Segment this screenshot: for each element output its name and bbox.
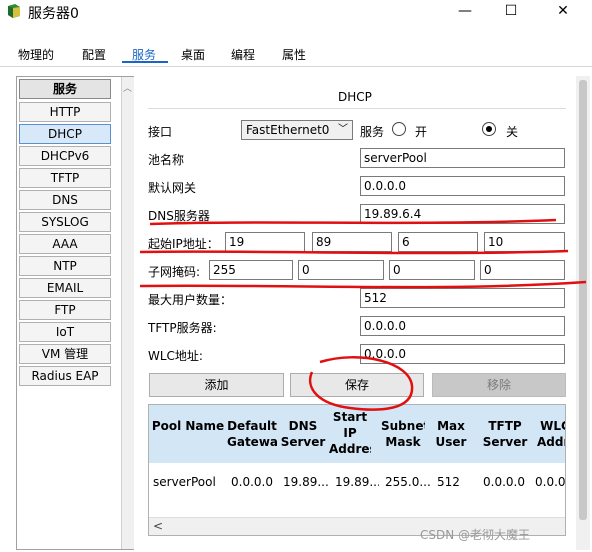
tab-strip: 物理的 配置 服务 桌面 编程 属性 [0, 40, 592, 66]
service-off-label: 关 [506, 125, 519, 139]
cell-dns-server: 19.89... [283, 475, 329, 489]
active-tab-indicator [122, 61, 168, 63]
service-item-ntp[interactable]: NTP [19, 256, 111, 276]
col-tftp-server: TFTP Server [482, 419, 528, 449]
start-ip-octet-4[interactable]: 10 [484, 232, 565, 252]
service-item-dhcp[interactable]: DHCP [19, 124, 111, 144]
tftp-server-label: TFTP服务器: [148, 321, 217, 335]
col-dns-server: DNS Server [280, 419, 326, 449]
service-item-dns[interactable]: DNS [19, 190, 111, 210]
cell-tftp-server: 0.0.0.0 [483, 475, 525, 489]
interface-value: FastEthernet0 [246, 123, 330, 137]
watermark: CSDN @老彻大魔王 [420, 528, 531, 542]
section-title: DHCP [338, 90, 372, 104]
service-item-vm[interactable]: VM 管理 [19, 344, 111, 364]
service-item-syslog[interactable]: SYSLOG [19, 212, 111, 232]
service-item-iot[interactable]: IoT [19, 322, 111, 342]
col-max-user: Max User [435, 419, 467, 449]
gateway-field[interactable]: 0.0.0.0 [360, 176, 565, 196]
wlc-address-label: WLC地址: [148, 349, 203, 363]
service-on-label: 开 [415, 125, 428, 139]
col-default-gateway: Default Gatewa [227, 419, 277, 449]
col-wlc-address: WLC Address [537, 419, 565, 449]
tab-config[interactable]: 配置 [82, 46, 106, 63]
gateway-label: 默认网关 [148, 181, 197, 195]
tab-physical[interactable]: 物理的 [18, 46, 54, 63]
service-list-header: 服务 [19, 79, 111, 99]
service-list-scrollbar[interactable]: ︿ [121, 77, 134, 549]
service-off-radio[interactable] [482, 122, 496, 136]
dns-server-field[interactable]: 19.89.6.4 [360, 204, 565, 224]
chevron-down-icon: ﹀ [338, 124, 348, 135]
service-item-http[interactable]: HTTP [19, 102, 111, 122]
scroll-left-icon[interactable]: < [153, 519, 163, 533]
max-users-label: 最大用户数量： [148, 293, 233, 307]
start-ip-octet-2[interactable]: 89 [312, 232, 392, 252]
service-item-ftp[interactable]: FTP [19, 300, 111, 320]
tab-desktop[interactable]: 桌面 [181, 46, 205, 63]
tab-programming[interactable]: 编程 [231, 46, 255, 63]
subnet-mask-label: 子网掩码: [148, 265, 201, 279]
max-users-field[interactable]: 512 [360, 288, 565, 308]
maximize-button[interactable]: ☐ [488, 0, 534, 24]
service-item-radius-eap[interactable]: Radius EAP [19, 366, 111, 386]
add-button[interactable]: 添加 [149, 373, 284, 397]
server-app-icon [8, 4, 20, 18]
cell-max-user: 512 [437, 475, 460, 489]
pool-table: Pool Name Default Gatewa DNS Server Star… [148, 404, 566, 536]
pool-name-label: 池名称 [148, 153, 185, 167]
service-item-dhcpv6[interactable]: DHCPv6 [19, 146, 111, 166]
wlc-address-field[interactable]: 0.0.0.0 [360, 344, 565, 364]
start-ip-label: 起始IP地址： [148, 237, 219, 251]
cell-default-gateway: 0.0.0.0 [231, 475, 273, 489]
cell-subnet-mask: 255.0... [385, 475, 431, 489]
close-button[interactable]: ✕ [540, 0, 586, 24]
service-on-radio[interactable] [392, 122, 406, 136]
cell-start-ip: 19.89... [335, 475, 379, 489]
cell-pool-name: serverPool [153, 475, 216, 489]
service-item-email[interactable]: EMAIL [19, 278, 111, 298]
start-ip-octet-3[interactable]: 6 [398, 232, 478, 252]
service-item-tftp[interactable]: TFTP [19, 168, 111, 188]
start-ip-octet-1[interactable]: 19 [225, 232, 305, 252]
pool-name-field[interactable]: serverPool [360, 148, 565, 168]
mask-octet-1[interactable]: 255 [209, 260, 293, 280]
service-item-aaa[interactable]: AAA [19, 234, 111, 254]
mask-octet-3[interactable]: 0 [389, 260, 475, 280]
dhcp-panel: DHCP 接口 FastEthernet0 ﹀ 服务 开 关 池名称 serve… [138, 76, 576, 550]
mask-octet-4[interactable]: 0 [480, 260, 565, 280]
mask-octet-2[interactable]: 0 [298, 260, 384, 280]
main-vertical-scrollbar[interactable] [576, 76, 590, 550]
tftp-server-field[interactable]: 0.0.0.0 [360, 316, 565, 336]
col-subnet-mask: Subnet Mask [381, 419, 425, 449]
tab-divider [0, 66, 592, 67]
dns-server-label: DNS服务器 [148, 209, 210, 223]
interface-select[interactable]: FastEthernet0 ﹀ [241, 120, 353, 140]
col-pool-name: Pool Name [151, 419, 225, 433]
title-bar: 服务器0 — ☐ ✕ [0, 0, 592, 24]
col-start-ip: Start IP Address [329, 410, 371, 456]
interface-label: 接口 [148, 125, 173, 139]
remove-button: 移除 [432, 373, 566, 397]
scroll-up-icon[interactable]: ︿ [123, 81, 132, 94]
scrollbar-thumb[interactable] [579, 80, 587, 520]
section-divider [148, 108, 566, 109]
cell-wlc-address: 0.0.0.0 [535, 475, 565, 489]
service-label: 服务 [360, 125, 385, 139]
tab-attributes[interactable]: 属性 [282, 46, 306, 63]
save-button[interactable]: 保存 [290, 373, 424, 397]
table-header: Pool Name Default Gatewa DNS Server Star… [149, 405, 565, 463]
minimize-button[interactable]: — [442, 0, 488, 24]
service-list: 服务 HTTP DHCP DHCPv6 TFTP DNS SYSLOG AAA … [16, 76, 134, 550]
window-title: 服务器0 [28, 6, 79, 22]
